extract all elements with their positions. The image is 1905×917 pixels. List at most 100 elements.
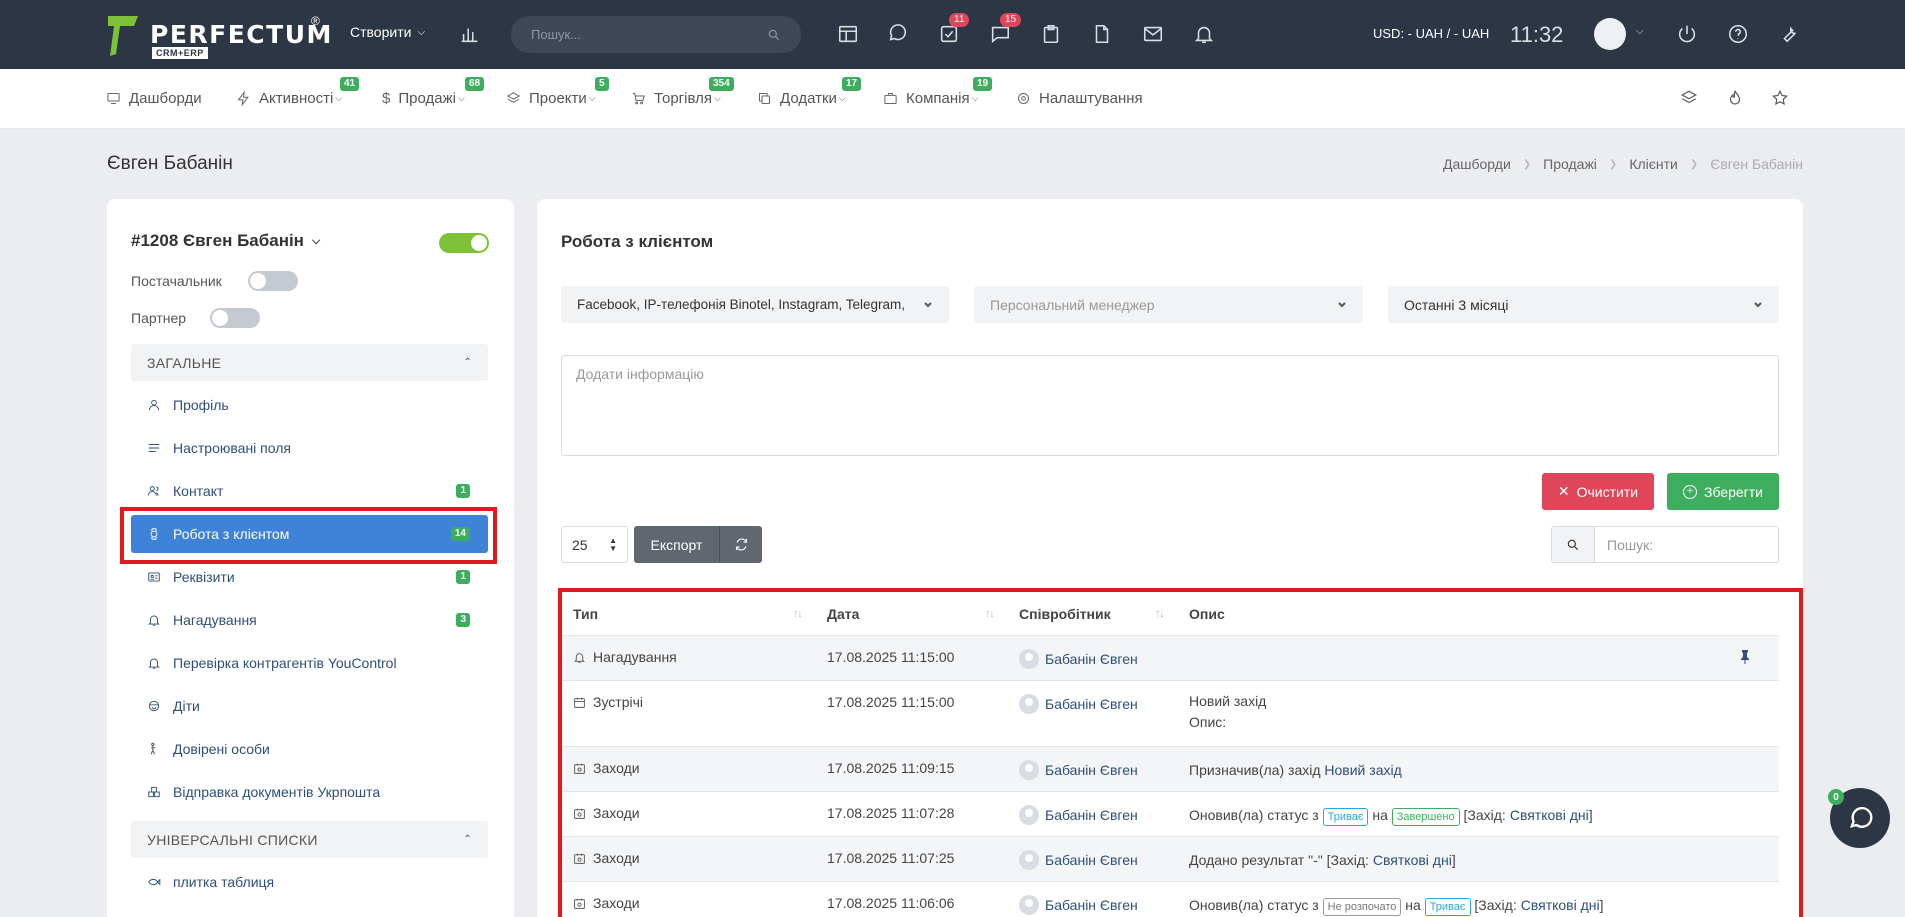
sidebar-item-label: Діти: [173, 698, 200, 714]
nav-item-addons[interactable]: Додатки ⌵ 17: [757, 77, 862, 107]
fish-icon: [148, 878, 161, 886]
table-search-button[interactable]: [1551, 526, 1595, 563]
nav-badge: 68: [465, 77, 485, 91]
nav-badge: 5: [595, 77, 609, 91]
sidebar-item-label: Нагадування: [173, 612, 257, 628]
fire-icon[interactable]: [1726, 89, 1746, 109]
wrench-icon[interactable]: [1777, 22, 1801, 46]
sidebar-item-profile[interactable]: Профіль: [131, 386, 488, 424]
chevron-down-icon: [924, 301, 932, 307]
sidebar-item-ukrposhta[interactable]: Відправка документів Укрпошта: [131, 773, 488, 811]
nav-label: Проекти: [529, 90, 587, 107]
logo-mark-icon: [108, 16, 138, 56]
table-search-input[interactable]: Пошук:: [1595, 526, 1779, 563]
channels-filter-select[interactable]: Facebook, IP-телефонія Binotel, Instagra…: [561, 286, 949, 323]
export-button[interactable]: Експорт: [634, 526, 719, 563]
layout-icon[interactable]: [836, 22, 860, 46]
sidebar-item-youcontrol[interactable]: Перевірка контрагентів YouControl: [131, 644, 488, 682]
logo-text: PERFECTUM: [150, 20, 333, 49]
panel-title: Робота з клієнтом: [561, 232, 714, 251]
client-name-dropdown[interactable]: #1208 Євген Бабанін ⌵: [131, 231, 320, 251]
section-lists-label: УНІВЕРСАЛЬНІ СПИСКИ: [147, 831, 318, 848]
client-active-toggle[interactable]: [439, 233, 489, 253]
manager-filter-select[interactable]: Персональний менеджер: [974, 286, 1363, 323]
bell-icon[interactable]: [1192, 22, 1216, 46]
sidebar-item-tile-table[interactable]: плитка таблиця: [131, 863, 488, 901]
nav-badge: 354: [709, 77, 734, 91]
sidebar-item-children[interactable]: Діти: [131, 687, 488, 725]
search-icon: [768, 29, 780, 40]
client-name: #1208 Євген Бабанін: [131, 231, 304, 250]
messages-icon[interactable]: 15: [988, 13, 1022, 46]
chevron-down-icon: [1754, 301, 1762, 307]
add-info-textarea[interactable]: Додати інформацію: [561, 355, 1779, 456]
save-button[interactable]: + Зберегти: [1667, 473, 1779, 510]
nav-item-trade[interactable]: Торгівля ⌵ 354: [631, 77, 734, 107]
breadcrumb-item[interactable]: Дашборди: [1443, 156, 1511, 172]
nav-badge: 19: [973, 77, 993, 91]
star-icon[interactable]: [1771, 89, 1791, 109]
support-chat-button[interactable]: 0: [1828, 788, 1890, 848]
boxes-icon: [148, 786, 160, 798]
clear-label: Очистити: [1576, 483, 1639, 500]
nav-badge: 41: [340, 77, 360, 91]
file-icon[interactable]: [1090, 22, 1114, 46]
textarea-placeholder: Додати інформацію: [576, 366, 704, 382]
sidebar-item-reminders[interactable]: Нагадування 3: [131, 601, 488, 639]
bar-chart-icon[interactable]: [458, 22, 482, 46]
user-avatar[interactable]: [1594, 18, 1626, 50]
chevron-up-icon: ⌃: [463, 357, 472, 368]
tasks-icon[interactable]: 11: [937, 13, 970, 46]
gear-icon: [1018, 93, 1029, 104]
create-menu-button[interactable]: Створити ⌵: [350, 24, 425, 40]
search-icon: [1567, 539, 1579, 550]
chevron-down-icon[interactable]: ⌵: [1636, 26, 1644, 37]
supplier-toggle[interactable]: [248, 271, 298, 291]
help-icon[interactable]: [1726, 22, 1750, 46]
layers-icon: [506, 92, 521, 103]
global-search-input[interactable]: Пошук...: [511, 16, 801, 53]
partner-toggle[interactable]: [210, 308, 260, 328]
sidebar-item-custom-fields[interactable]: Настроювані поля: [131, 429, 488, 467]
nav-item-company[interactable]: Компанія ⌵ 19: [883, 77, 993, 107]
nav-item-activities[interactable]: Активності ⌵ 41: [236, 77, 360, 107]
nav-item-sales[interactable]: $ Продажі ⌵ 68: [382, 77, 485, 107]
sort-arrows-icon: ▲ ▼: [609, 535, 617, 553]
bell-icon: [148, 658, 160, 669]
sidebar-item-count: 1: [456, 570, 470, 584]
nav-label: Компанія: [906, 90, 970, 107]
sidebar-item-contact[interactable]: Контакт 1: [131, 472, 488, 510]
channels-filter-value: Facebook, IP-телефонія Binotel, Instagra…: [577, 297, 905, 312]
bell-icon: [148, 615, 160, 626]
chat-badge: 0: [1828, 789, 1844, 805]
sidebar-item-count: 3: [456, 613, 470, 627]
clipboard-icon[interactable]: [1039, 22, 1063, 46]
chevron-right-icon: ❯: [1608, 158, 1618, 170]
mail-icon[interactable]: [1141, 22, 1165, 46]
nav-item-projects[interactable]: Проекти ⌵ 5: [506, 77, 609, 107]
plus-circle-icon: +: [1682, 484, 1697, 499]
breadcrumb-item[interactable]: Клієнти: [1629, 156, 1678, 172]
layers-icon[interactable]: [1680, 89, 1700, 109]
sidebar-item-label: Профіль: [173, 397, 229, 413]
nav-item-dashboards[interactable]: Дашборди: [106, 90, 202, 107]
nav-item-settings[interactable]: Налаштування: [1016, 90, 1143, 107]
sidebar-item-trusted-persons[interactable]: Довірені особи: [131, 730, 488, 768]
refresh-button[interactable]: [719, 526, 762, 563]
create-label: Створити: [350, 24, 412, 40]
nav-label: Налаштування: [1039, 90, 1143, 107]
period-filter-select[interactable]: Останні 3 місяці: [1388, 286, 1779, 323]
clock: 11:32: [1510, 22, 1564, 47]
power-icon[interactable]: [1675, 22, 1699, 46]
highlight-frame-table: [558, 588, 1803, 917]
page-size-select[interactable]: 25 ▲ ▼: [561, 526, 628, 563]
logo[interactable]: PERFECTUM ® CRM+ERP: [106, 14, 331, 60]
chevron-up-icon: ⌃: [463, 834, 472, 845]
sidebar-item-label: Перевірка контрагентів YouControl: [173, 655, 397, 671]
chevron-down-icon: ⌵: [971, 93, 979, 103]
section-general[interactable]: ЗАГАЛЬНЕ ⌃: [131, 344, 488, 381]
clear-button[interactable]: ✕ Очистити: [1542, 473, 1654, 510]
chat-bubble-icon[interactable]: [886, 22, 910, 46]
section-universal-lists[interactable]: УНІВЕРСАЛЬНІ СПИСКИ ⌃: [131, 821, 488, 858]
breadcrumb-item[interactable]: Продажі: [1543, 156, 1597, 172]
